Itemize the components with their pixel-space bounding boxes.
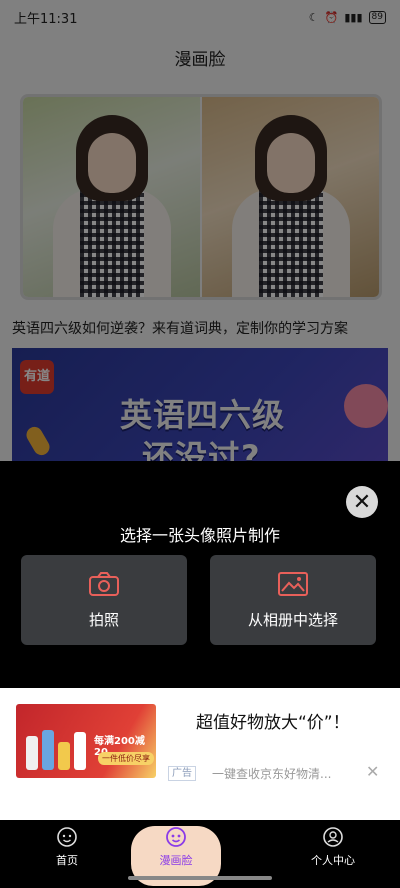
ad-close-button[interactable]: ✕ bbox=[366, 762, 379, 781]
ad-description[interactable]: 一键查收京东好物清... bbox=[212, 765, 342, 782]
ad-label: 广告 bbox=[168, 766, 196, 781]
tab-comic-face-label: 漫画脸 bbox=[159, 854, 193, 867]
tab-profile[interactable]: 个人中心 bbox=[288, 826, 378, 868]
close-button[interactable]: ✕ bbox=[346, 486, 378, 518]
home-indicator[interactable] bbox=[128, 876, 272, 880]
take-photo-button[interactable]: 拍照 bbox=[21, 555, 187, 645]
choose-from-album-button[interactable]: 从相册中选择 bbox=[210, 555, 376, 645]
ad-title[interactable]: 超值好物放大“价”！ bbox=[196, 708, 350, 733]
gallery-icon bbox=[278, 571, 308, 596]
ad-promo-sub: 一件低价尽享 bbox=[98, 752, 154, 765]
choose-from-album-label: 从相册中选择 bbox=[247, 610, 338, 629]
ad-image[interactable]: 每满200减20 一件低价尽享 bbox=[16, 704, 156, 778]
home-icon bbox=[57, 827, 77, 847]
tab-home-label: 首页 bbox=[56, 854, 78, 867]
sheet-title: 选择一张头像照片制作 bbox=[119, 526, 280, 545]
close-icon: ✕ bbox=[352, 489, 372, 515]
tab-profile-label: 个人中心 bbox=[311, 854, 355, 867]
profile-icon bbox=[323, 827, 343, 847]
camera-icon bbox=[89, 571, 119, 596]
take-photo-label: 拍照 bbox=[88, 610, 119, 629]
comic-face-icon bbox=[166, 827, 186, 847]
close-icon: ✕ bbox=[366, 762, 380, 781]
tab-home[interactable]: 首页 bbox=[22, 826, 112, 868]
ad-banner[interactable]: 每满200减20 一件低价尽享 超值好物放大“价”！ 广告 一键查收京东好物清.… bbox=[0, 688, 400, 820]
